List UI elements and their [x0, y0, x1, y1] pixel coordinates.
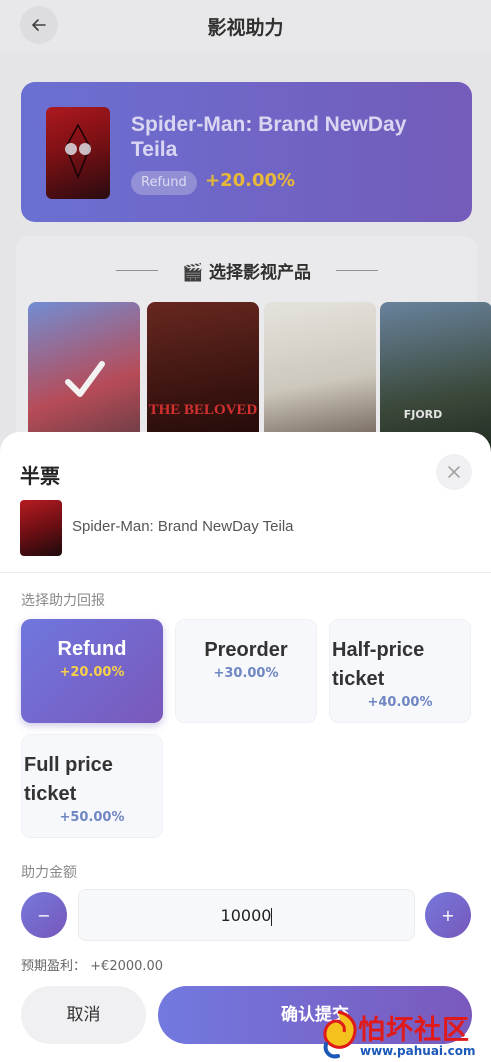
option-name: Refund [57, 638, 127, 660]
text-cursor [271, 907, 273, 926]
close-button[interactable] [436, 454, 472, 490]
watermark-url: www.pahuai.com [360, 1044, 476, 1058]
option-percent: +30.00% [213, 666, 279, 681]
cancel-button[interactable]: 取消 [21, 986, 146, 1044]
expected-profit-label: 预期盈利： [21, 959, 87, 974]
option-name: Preorder [204, 639, 288, 661]
bottom-sheet: 半票 Spider-Man: Brand NewDay Teila 选择助力回报… [0, 432, 491, 1062]
amount-input[interactable]: 10000 [78, 889, 415, 941]
expected-profit: 预期盈利： +€2000.00 [21, 955, 163, 974]
watermark-text: 怕坏社区 [358, 1015, 470, 1046]
movie-name: Spider-Man: Brand NewDay Teila [72, 518, 294, 535]
reward-label: 选择助力回报 [21, 593, 105, 609]
reward-option-preorder[interactable]: Preorder +30.00% [175, 619, 317, 723]
increase-button[interactable]: + [425, 892, 471, 938]
amount-value: 10000 [220, 906, 272, 925]
option-percent: +40.00% [367, 695, 433, 710]
reward-option-half-price[interactable]: Half-price ticket +40.00% [329, 619, 471, 723]
minus-icon: − [37, 905, 51, 925]
expected-profit-value: +€2000.00 [90, 959, 164, 974]
reward-option-full-price[interactable]: Full price ticket +50.00% [21, 734, 163, 838]
amount-label: 助力金额 [21, 865, 77, 881]
watermark-logo [323, 1010, 357, 1059]
plus-icon: + [441, 905, 455, 925]
watermark: 怕坏社区 www.pahuai.com [316, 1006, 491, 1062]
option-percent: +50.00% [59, 810, 125, 825]
option-name: Half-price ticket [332, 639, 425, 690]
close-icon [448, 466, 460, 478]
option-name: Full price ticket [24, 754, 113, 805]
sheet-title: 半票 [20, 464, 60, 488]
movie-thumbnail [20, 500, 62, 556]
option-percent: +20.00% [59, 665, 125, 680]
reward-option-refund[interactable]: Refund +20.00% [21, 619, 163, 723]
decrease-button[interactable]: − [21, 892, 67, 938]
divider [0, 572, 491, 573]
